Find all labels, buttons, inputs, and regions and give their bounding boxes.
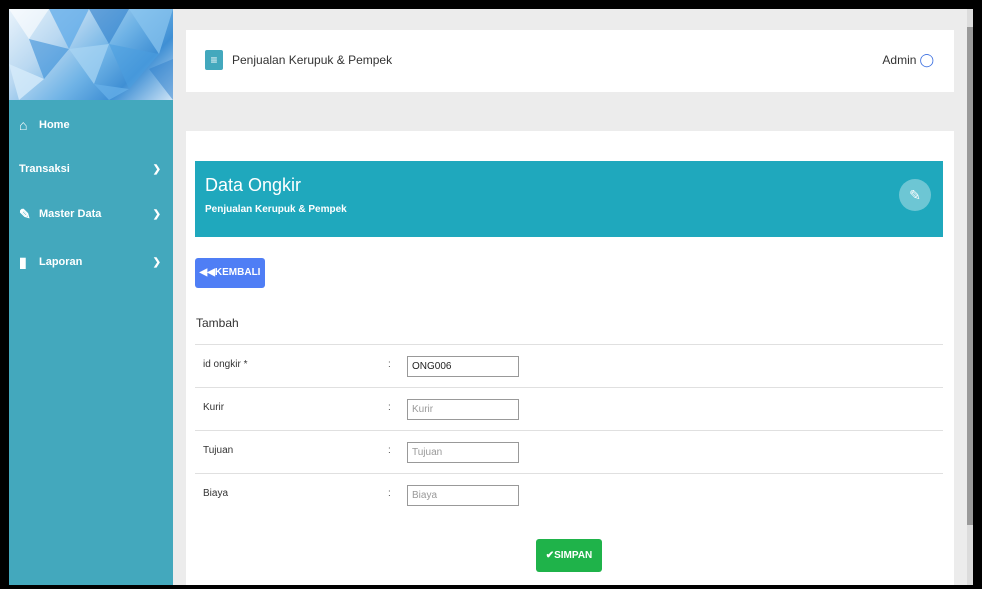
chevron-down-icon: ❯: [152, 163, 161, 175]
sidebar-item-transaksi[interactable]: Transaksi ❯: [9, 151, 173, 187]
biaya-field[interactable]: [407, 485, 519, 506]
sidebar-item-master-data[interactable]: ✎ Master Data ❯: [9, 196, 173, 232]
divider: [195, 430, 943, 431]
page-subtitle: Penjualan Kerupuk & Pempek: [205, 204, 347, 215]
hamburger-icon[interactable]: ≡: [205, 50, 223, 70]
field-colon: :: [388, 359, 391, 370]
form-section-title: Tambah: [196, 316, 239, 330]
page-title: Data Ongkir: [205, 175, 302, 195]
chevron-down-icon: ❯: [152, 256, 161, 268]
save-button-label: SIMPAN: [554, 550, 593, 561]
chevron-down-icon: ❯: [152, 208, 161, 220]
sidebar-item-label: Home: [39, 119, 70, 131]
content-card: Data Ongkir Penjualan Kerupuk & Pempek ✎…: [186, 131, 954, 585]
home-icon: ⌂: [19, 117, 28, 133]
save-button[interactable]: ✔SIMPAN: [536, 539, 602, 572]
double-left-arrow-icon: ◀◀: [199, 267, 215, 278]
sidebar-item-laporan[interactable]: ▮ Laporan ❯: [9, 244, 173, 280]
app-title: Penjualan Kerupuk & Pempek: [232, 53, 393, 67]
page-header-banner: Data Ongkir Penjualan Kerupuk & Pempek ✎: [195, 161, 943, 237]
field-label-biaya: Biaya: [203, 488, 229, 499]
sidebar: ⌂ Home Transaksi ❯ ✎ Master Data ❯ ▮ Lap…: [9, 9, 173, 585]
field-label-kurir: Kurir: [203, 402, 225, 413]
edit-icon: ✎: [19, 205, 31, 222]
logo: [9, 9, 173, 100]
file-icon: ▮: [19, 253, 27, 270]
sidebar-item-home[interactable]: ⌂ Home: [9, 107, 173, 143]
back-button[interactable]: ◀◀KEMBALI: [195, 258, 265, 288]
divider: [195, 344, 943, 345]
top-navbar: ≡ Penjualan Kerupuk & Pempek Admin ◯: [186, 30, 954, 92]
divider: [195, 473, 943, 474]
check-icon: ✔: [545, 550, 555, 561]
tujuan-field[interactable]: [407, 442, 519, 463]
id-ongkir-field[interactable]: [407, 356, 519, 377]
field-colon: :: [388, 445, 391, 456]
user-label: Admin: [882, 53, 917, 67]
field-colon: :: [388, 488, 391, 499]
logo-graphic: [9, 9, 173, 100]
scrollbar[interactable]: [967, 9, 973, 585]
divider: [195, 387, 943, 388]
field-label-id-ongkir: id ongkir *: [203, 359, 248, 370]
sidebar-item-label: Master Data: [39, 208, 102, 220]
sidebar-item-label: Transaksi: [19, 163, 70, 175]
field-label-tujuan: Tujuan: [203, 445, 234, 456]
back-button-label: KEMBALI: [214, 267, 261, 278]
edit-icon[interactable]: ✎: [899, 179, 931, 211]
user-icon: ◯: [919, 52, 934, 67]
scrollbar-thumb[interactable]: [967, 27, 973, 525]
app-window: ⌂ Home Transaksi ❯ ✎ Master Data ❯ ▮ Lap…: [9, 9, 973, 585]
field-colon: :: [388, 402, 391, 413]
user-menu[interactable]: Admin ◯: [882, 52, 934, 68]
sidebar-item-label: Laporan: [39, 256, 83, 268]
kurir-field[interactable]: [407, 399, 519, 420]
